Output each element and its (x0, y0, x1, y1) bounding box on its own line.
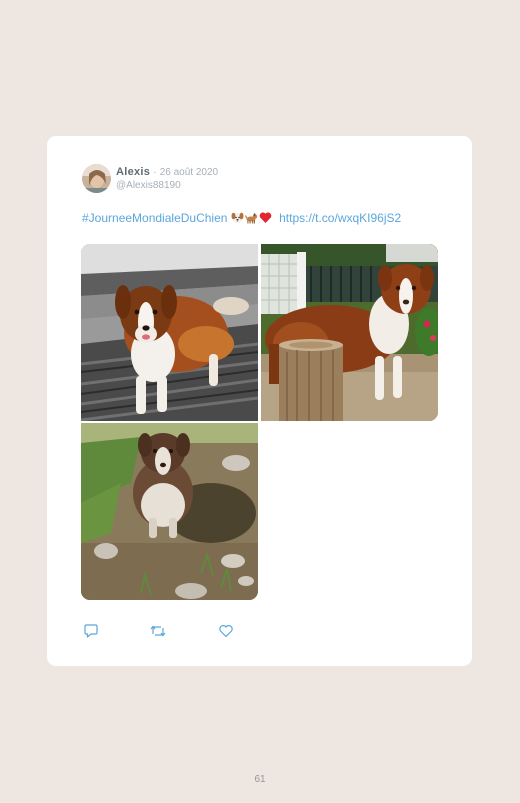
tweet-photo-1[interactable] (81, 244, 258, 421)
page-number: 61 (254, 774, 266, 785)
retweet-icon[interactable] (150, 623, 166, 639)
separator: · (153, 167, 157, 178)
dog-emoji (245, 211, 258, 227)
red-heart-emoji (259, 211, 272, 227)
dog-face-emoji (231, 211, 244, 227)
tweet-photo-3[interactable] (81, 423, 258, 600)
tweet-card: Alexis · 26 août 2020 @Alexis88190 #Jour… (47, 136, 472, 666)
like-icon[interactable] (218, 623, 234, 639)
reply-icon[interactable] (83, 623, 99, 639)
tweet-photo-2[interactable] (261, 244, 438, 421)
tweet-text: #JourneeMondialeDuChien https://t.co/wxq… (82, 211, 401, 227)
author-handle[interactable]: @Alexis88190 (116, 180, 181, 191)
author-name[interactable]: Alexis (116, 166, 150, 178)
tweet-link[interactable]: https://t.co/wxqKI96jS2 (279, 211, 401, 225)
author-line: Alexis · 26 août 2020 (116, 166, 218, 178)
avatar[interactable] (82, 164, 111, 193)
hashtag-link[interactable]: #JourneeMondialeDuChien (82, 211, 227, 225)
tweet-date[interactable]: 26 août 2020 (160, 167, 218, 178)
